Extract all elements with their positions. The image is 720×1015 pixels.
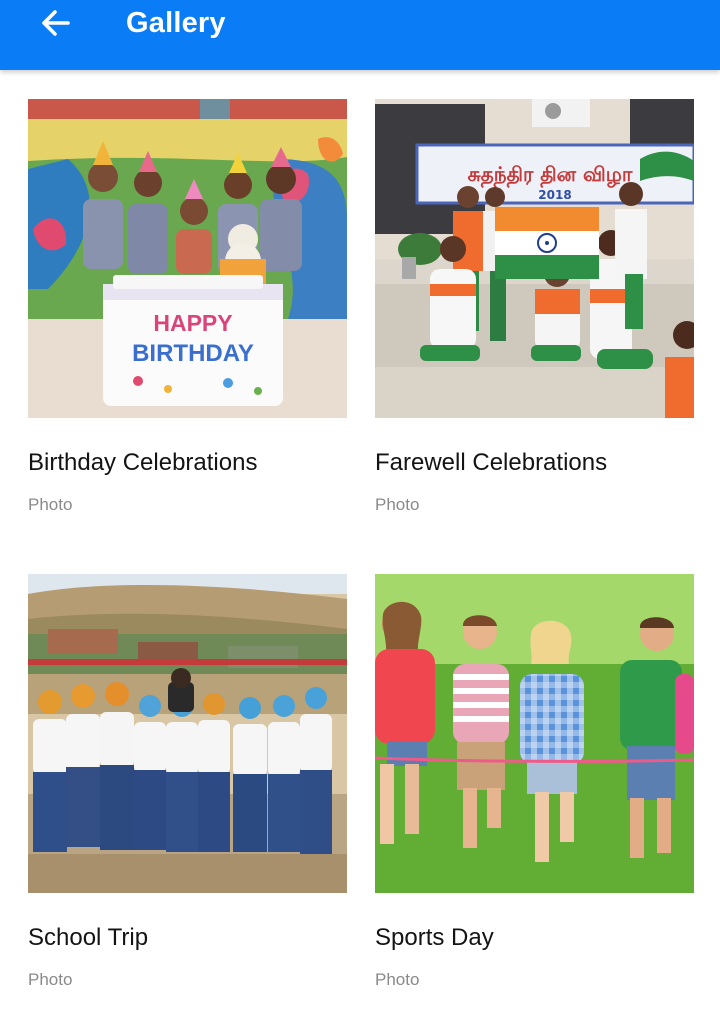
page-title: Gallery [126,7,226,39]
app-bar: Gallery [0,0,720,70]
card-media-type: Photo [28,495,73,514]
card-title: Farewell Celebrations [375,449,608,476]
card-media-type: Photo [375,495,420,514]
arrow-back-icon [42,10,70,36]
card-title: Birthday Celebrations [28,449,258,476]
farewell-photo[interactable]: சுதந்திர தின விழா 2018 [375,99,694,418]
card-media-type: Photo [28,970,73,989]
banner-year: 2018 [538,188,571,202]
school-trip-photo[interactable] [28,574,347,893]
sports-day-photo[interactable] [375,574,694,893]
svg-text:HAPPY: HAPPY [153,310,232,336]
card-media-type: Photo [375,970,420,989]
card-title: Sports Day [375,924,494,951]
banner-text: சுதந்திர தின விழா [468,162,633,188]
svg-text:BIRTHDAY: BIRTHDAY [132,340,254,367]
back-button[interactable] [33,2,77,44]
birthday-photo[interactable]: HAPPY BIRTHDAY [28,99,347,418]
card-title: School Trip [28,924,149,951]
